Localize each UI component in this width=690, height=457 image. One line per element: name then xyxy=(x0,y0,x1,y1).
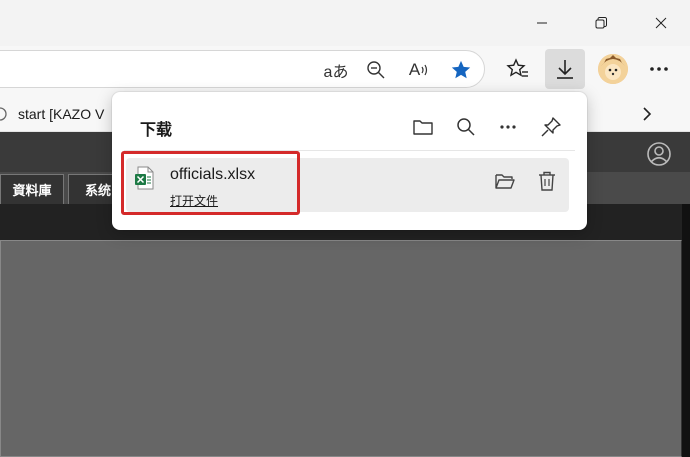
profile-button[interactable] xyxy=(593,49,633,89)
favorites-button[interactable] xyxy=(498,49,538,89)
minimize-button[interactable] xyxy=(527,8,557,38)
chevron-right-icon xyxy=(643,107,652,121)
search-icon xyxy=(457,118,475,136)
close-window-button[interactable] xyxy=(646,8,676,38)
read-aloud-a-icon: A xyxy=(408,60,421,79)
tab-database[interactable]: 資料庫 xyxy=(0,174,64,204)
globe-icon xyxy=(0,107,7,121)
favorite-item[interactable]: start [KAZO V xyxy=(0,104,104,124)
toolbar: aあ A xyxy=(0,46,690,96)
search-downloads-button[interactable] xyxy=(451,112,481,142)
folder-open-icon xyxy=(495,174,515,189)
tab-system-label: 系统 xyxy=(84,183,111,198)
highlight-box xyxy=(121,151,300,215)
delete-download-button[interactable] xyxy=(532,166,562,196)
favorite-item-label: start [KAZO V xyxy=(18,106,105,122)
show-in-folder-button[interactable] xyxy=(490,166,520,196)
minimize-icon xyxy=(537,22,547,24)
settings-more-button[interactable] xyxy=(639,49,679,89)
more-horizontal-icon xyxy=(650,67,668,71)
downloads-button[interactable] xyxy=(545,49,585,89)
user-circle-icon xyxy=(647,142,671,166)
open-downloads-folder-button[interactable] xyxy=(408,112,438,142)
restore-button[interactable] xyxy=(586,8,616,38)
zoom-out-icon xyxy=(367,61,385,79)
tab-database-label: 資料庫 xyxy=(12,183,52,198)
favorite-star-button[interactable] xyxy=(446,55,476,85)
user-account-button[interactable] xyxy=(646,141,672,167)
trash-icon xyxy=(539,171,555,191)
title-bar xyxy=(0,0,690,46)
avatar xyxy=(598,54,628,84)
favorites-list-icon xyxy=(506,58,528,77)
more-horizontal-icon xyxy=(500,125,516,129)
pin-flyout-button[interactable] xyxy=(536,112,566,142)
immersive-reader-button[interactable]: A xyxy=(404,55,434,85)
star-filled-icon xyxy=(451,60,471,79)
read-aloud-icon: aあ xyxy=(323,64,349,81)
read-aloud-button[interactable]: aあ xyxy=(321,55,351,85)
favorites-overflow-button[interactable] xyxy=(634,100,660,128)
sound-waves-icon xyxy=(421,64,428,76)
pin-icon xyxy=(541,117,561,137)
folder-icon xyxy=(413,120,433,135)
page-scrollbar[interactable] xyxy=(682,204,690,457)
download-icon xyxy=(557,60,573,79)
restore-icon xyxy=(595,17,607,29)
close-icon xyxy=(655,17,667,29)
hedgehog-avatar-icon xyxy=(598,54,628,84)
content-panel xyxy=(0,240,682,457)
more-options-button[interactable] xyxy=(493,112,523,142)
zoom-out-button[interactable] xyxy=(361,55,391,85)
downloads-title: 下载 xyxy=(140,120,173,139)
